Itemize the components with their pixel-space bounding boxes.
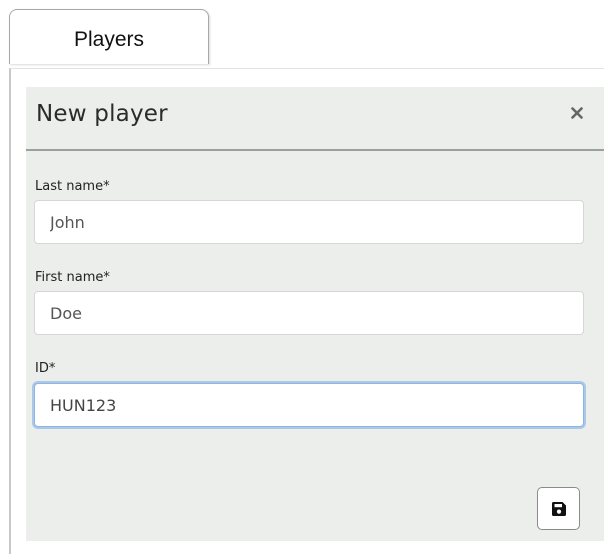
last-name-label: Last name* [35, 179, 110, 194]
id-label: ID* [35, 361, 56, 376]
dialog-title: New player [36, 101, 168, 127]
close-icon[interactable] [566, 102, 588, 124]
new-player-dialog: New player Last name* First name* ID* [26, 87, 604, 541]
id-input[interactable] [34, 383, 584, 427]
tab-players[interactable]: Players [9, 9, 209, 64]
page: Players New player Last name* First name… [0, 0, 604, 554]
last-name-input[interactable] [34, 200, 584, 244]
tab-label: Players [73, 28, 145, 51]
floppy-disk-icon [551, 501, 567, 517]
save-button[interactable] [537, 487, 580, 530]
first-name-label: First name* [35, 270, 110, 285]
dialog-header: New player [26, 87, 604, 151]
first-name-input[interactable] [34, 291, 584, 335]
